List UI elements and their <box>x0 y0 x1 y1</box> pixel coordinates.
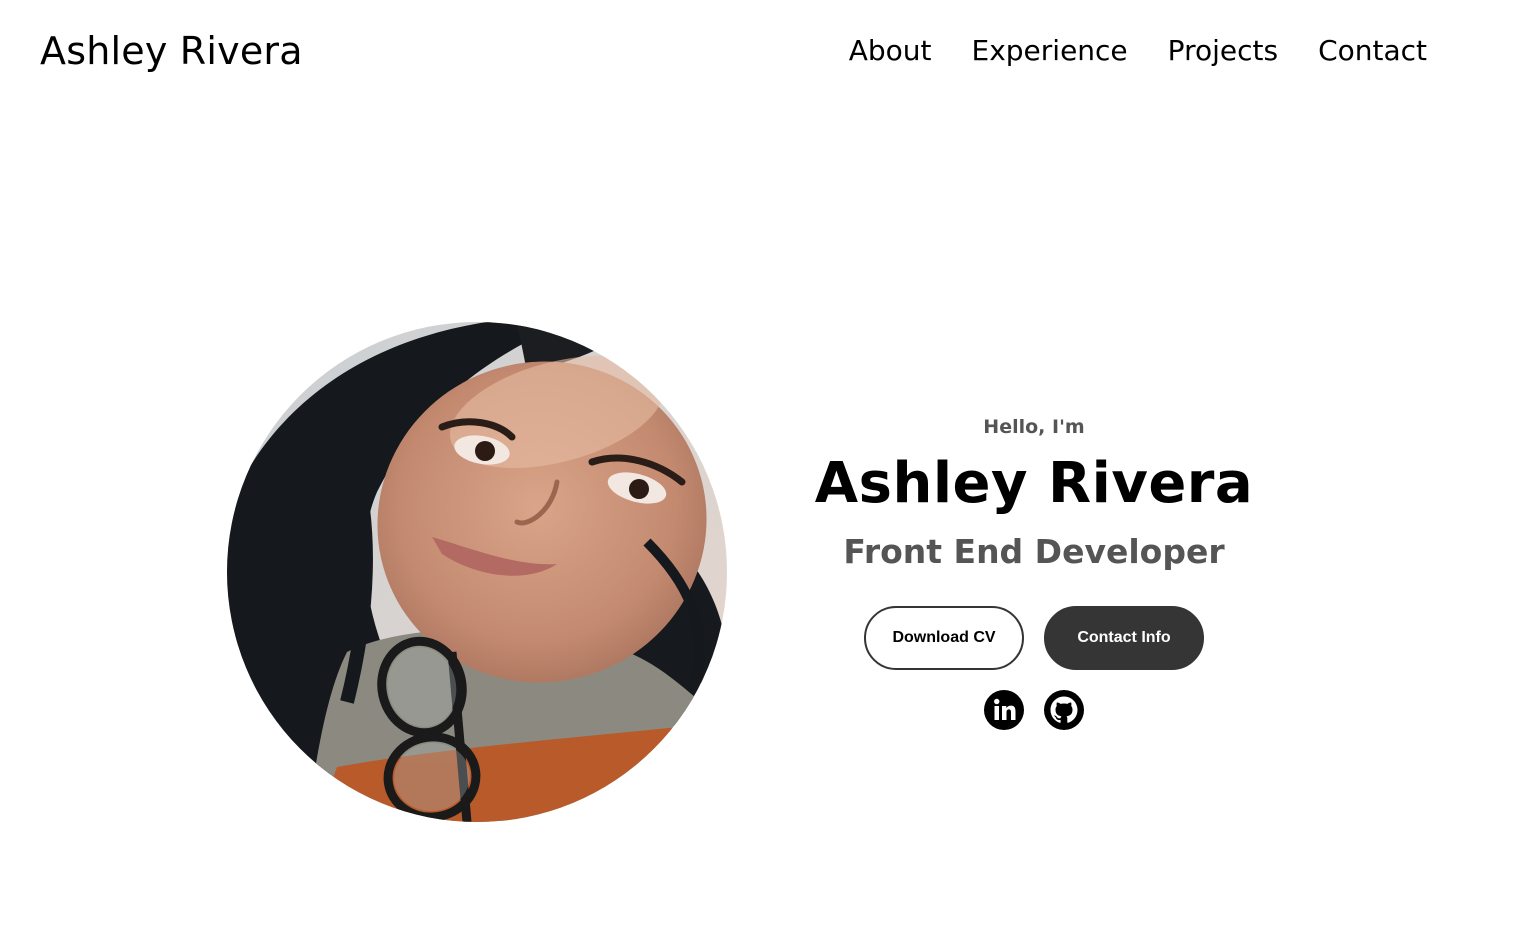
site-logo[interactable]: Ashley Rivera <box>40 26 303 76</box>
nav-item-about: About <box>849 31 932 71</box>
profile-picture <box>227 322 727 822</box>
hero-buttons: Download CV Contact Info <box>864 606 1204 670</box>
profile-photo <box>227 322 727 822</box>
hero-role: Front End Developer <box>843 532 1225 571</box>
nav-link-about[interactable]: About <box>849 34 932 67</box>
nav-item-contact: Contact <box>1318 31 1427 71</box>
github-icon[interactable] <box>1044 690 1084 730</box>
nav-links: About Experience Projects Contact <box>849 31 1427 71</box>
hero-text: Hello, I'm Ashley Rivera Front End Devel… <box>784 410 1284 580</box>
nav-link-projects[interactable]: Projects <box>1168 34 1278 67</box>
nav-item-projects: Projects <box>1168 31 1278 71</box>
linkedin-icon[interactable] <box>984 690 1024 730</box>
top-navbar: Ashley Rivera About Experience Projects … <box>0 0 1537 102</box>
contact-info-button[interactable]: Contact Info <box>1044 606 1204 670</box>
hero-name: Ashley Rivera <box>814 451 1254 516</box>
social-links <box>984 690 1084 730</box>
download-cv-button[interactable]: Download CV <box>864 606 1024 670</box>
nav-link-experience[interactable]: Experience <box>972 34 1128 67</box>
nav-link-contact[interactable]: Contact <box>1318 34 1427 67</box>
greeting-text: Hello, I'm <box>983 416 1085 438</box>
nav-item-experience: Experience <box>972 31 1128 71</box>
